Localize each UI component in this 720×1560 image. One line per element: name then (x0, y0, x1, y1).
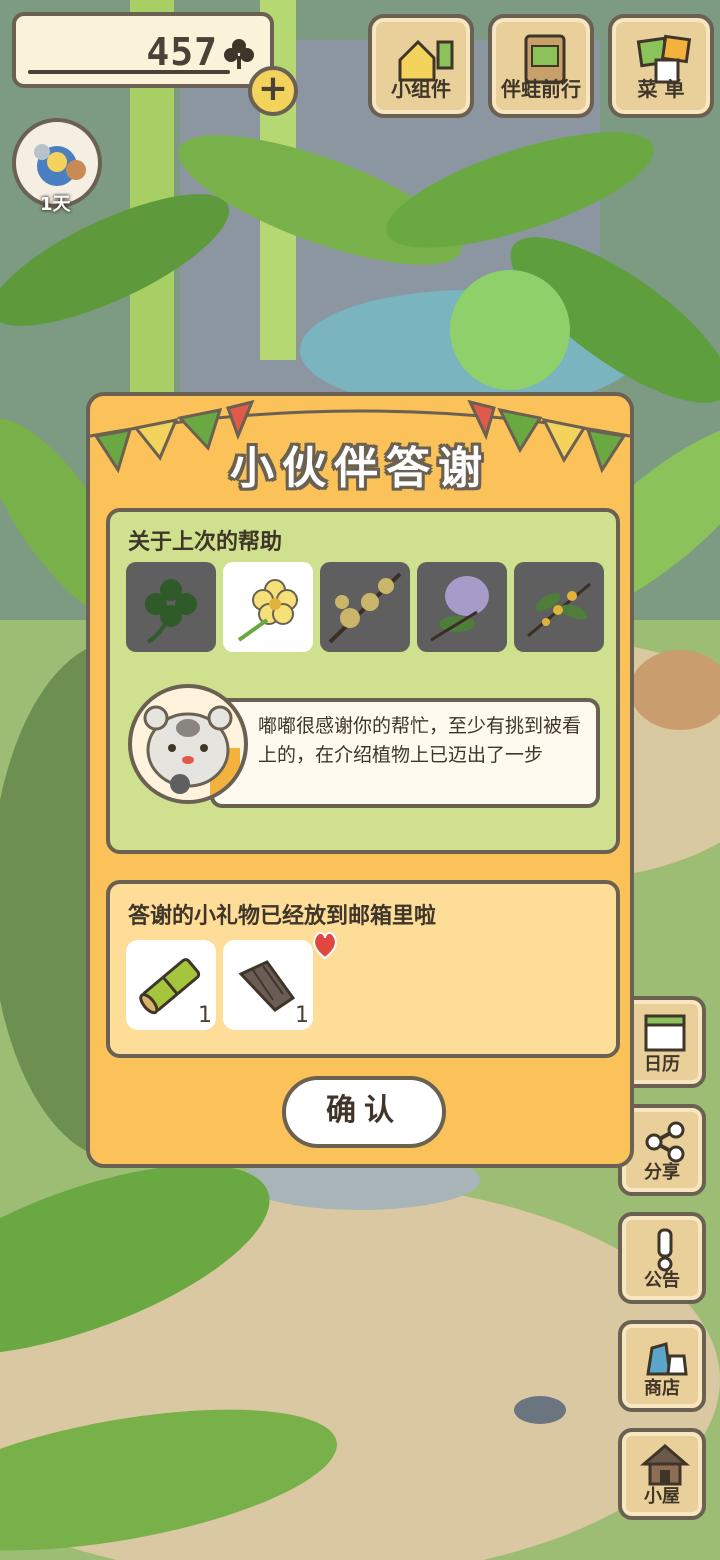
lilac-branch-icon (430, 576, 489, 642)
clover-counter: 457 (12, 12, 274, 88)
hamster-icon (143, 705, 240, 798)
main-menu-button[interactable]: 菜 单 (608, 14, 714, 118)
widget-label: 小组件 (391, 77, 451, 101)
house-button[interactable]: 小屋 (618, 1428, 706, 1520)
hamster-avatar (128, 684, 248, 804)
gift-quantity: 1 (295, 1003, 309, 1028)
favorite-badge-icon (313, 931, 337, 960)
calendar-label: 日历 (644, 1054, 680, 1075)
plant-slot-clover[interactable] (126, 562, 216, 652)
help-section: 关于上次的帮助 嘟嘟很感谢你的帮忙，至少有挑到被看上的，在介绍植物上已迈出了一步 (106, 508, 620, 854)
plant-slot-osmanthus[interactable] (514, 562, 604, 652)
dialog-title: 小伙伴答谢 (230, 443, 490, 494)
shop-button[interactable]: 商店 (618, 1320, 706, 1412)
notice-label: 公告 (644, 1270, 680, 1291)
partner-thanks-dialog: 小伙伴答谢 关于上次的帮助 嘟嘟很感谢你的帮忙，至少有挑到被看上的，在介绍植物上… (86, 392, 634, 1168)
confirm-button[interactable]: 确认 (282, 1076, 446, 1148)
plant-slot-plum-branch[interactable] (320, 562, 410, 652)
widget-button[interactable]: 小组件 (368, 14, 474, 118)
plant-slot-lilac[interactable] (417, 562, 507, 652)
plum-blossom-branch-icon (328, 572, 402, 644)
four-leaf-clover-icon (145, 579, 197, 644)
share-label: 分享 (644, 1162, 680, 1183)
visitor-day-count: 1天 (40, 194, 71, 215)
clover-icon (224, 39, 254, 69)
gift-item-bark[interactable]: 1 (223, 940, 313, 1030)
yellow-flower-icon (237, 579, 298, 642)
gift-heading: 答谢的小礼物已经放到邮箱里啦 (128, 904, 437, 929)
menu-label: 菜 单 (637, 77, 685, 101)
notice-button[interactable]: 公告 (618, 1212, 706, 1304)
osmanthus-branch-icon (527, 582, 591, 638)
shop-label: 商店 (644, 1378, 680, 1399)
house-label: 小屋 (644, 1486, 680, 1507)
gift-quantity: 1 (198, 1003, 212, 1028)
add-clover-button[interactable]: + (248, 66, 298, 116)
frog-journal-button[interactable]: 伴蛙前行 (488, 14, 594, 118)
gift-item-bamboo[interactable]: 1 (126, 940, 216, 1030)
plant-slot-yellow-flower[interactable] (223, 562, 313, 652)
clover-count: 457 (146, 30, 218, 74)
gift-section: 答谢的小礼物已经放到邮箱里啦 1 1 (106, 880, 620, 1058)
thanks-message: 嘟嘟很感谢你的帮忙，至少有挑到被看上的，在介绍植物上已迈出了一步 (210, 698, 600, 808)
clover-underline (28, 70, 230, 74)
frog-journal-label: 伴蛙前行 (501, 77, 581, 101)
help-heading: 关于上次的帮助 (128, 530, 283, 555)
